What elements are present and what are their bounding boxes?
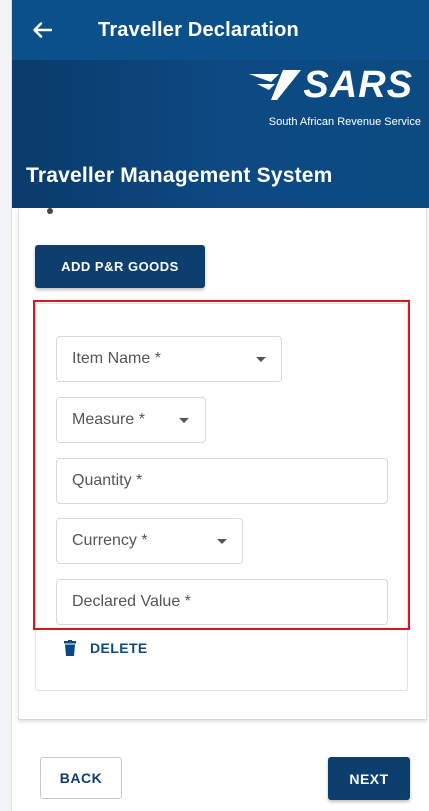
trash-icon: [64, 640, 76, 656]
item-name-dropdown-icon: [256, 357, 266, 362]
delete-label: DELETE: [90, 640, 148, 656]
sars-logo-text: SARS: [303, 64, 413, 106]
measure-dropdown-icon: [179, 418, 189, 423]
page-title: Traveller Declaration: [98, 18, 299, 41]
sars-banner: SARS South African Revenue Service Trave…: [12, 60, 429, 208]
next-button[interactable]: NEXT: [328, 757, 410, 800]
currency-select[interactable]: Currency *: [56, 518, 243, 564]
back-button[interactable]: BACK: [40, 757, 122, 799]
system-title: Traveller Management System: [26, 164, 333, 187]
declared-value-placeholder: Declared Value *: [72, 593, 191, 610]
sars-emblem-icon: [249, 69, 302, 100]
back-arrow-icon[interactable]: [12, 22, 72, 38]
currency-label: Currency *: [72, 532, 148, 549]
declared-value-input[interactable]: Declared Value *: [56, 579, 388, 625]
measure-label: Measure *: [72, 411, 145, 428]
left-rail: [0, 0, 12, 811]
app-bar: Traveller Declaration: [12, 0, 429, 60]
sars-subtitle: South African Revenue Service: [268, 116, 421, 128]
bullet-dot: [47, 208, 53, 214]
item-name-select[interactable]: Item Name *: [56, 336, 282, 382]
currency-dropdown-icon: [217, 539, 227, 544]
sars-logo: SARS: [249, 64, 413, 107]
measure-select[interactable]: Measure *: [56, 397, 206, 443]
item-name-label: Item Name *: [72, 350, 161, 367]
add-pr-goods-button[interactable]: ADD P&R GOODS: [35, 245, 205, 288]
quantity-placeholder: Quantity *: [72, 472, 143, 489]
delete-button[interactable]: DELETE: [64, 640, 148, 656]
quantity-input[interactable]: Quantity *: [56, 458, 388, 504]
